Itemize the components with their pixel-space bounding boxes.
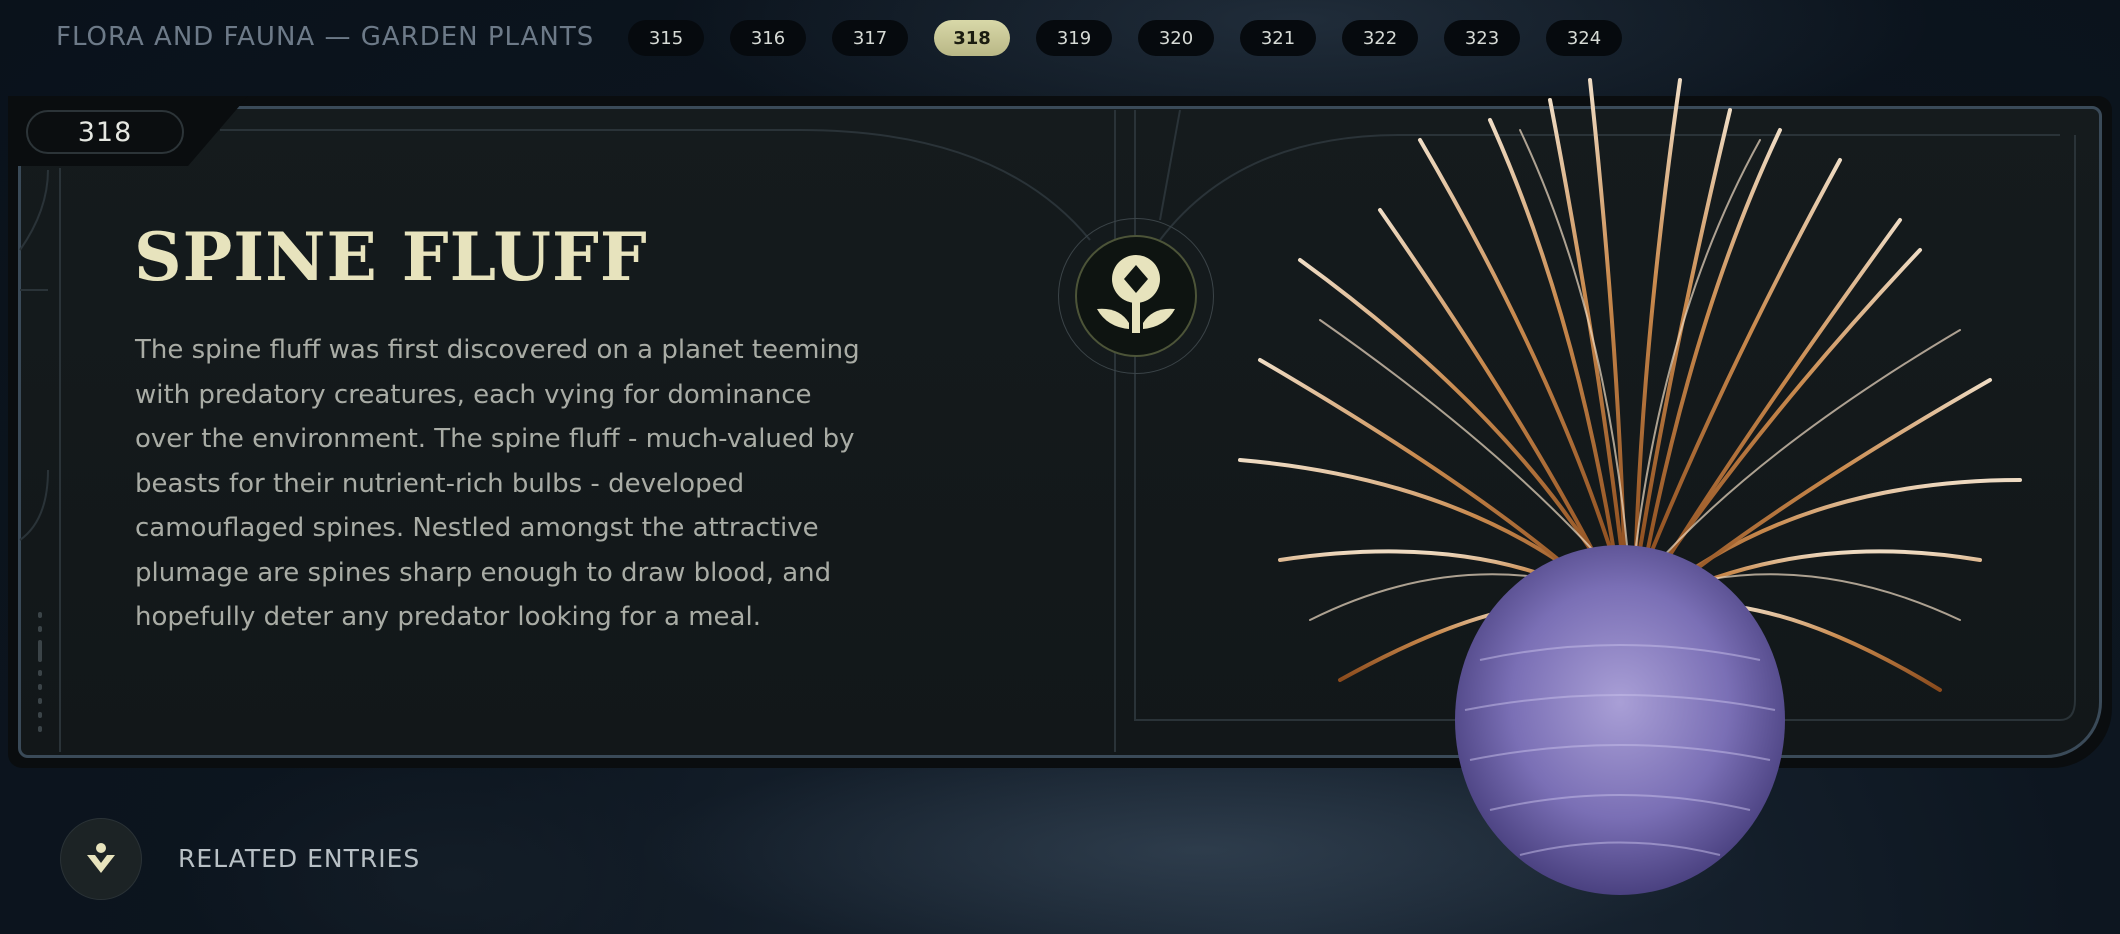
related-entries-button[interactable] — [60, 818, 142, 900]
entry-title: SPINE FLUFF — [134, 218, 648, 296]
entry-description: The spine fluff was first discovered on … — [135, 335, 860, 632]
spine-fluff-image — [1238, 68, 2022, 895]
flower-icon — [1097, 255, 1175, 333]
entry-number-badge: 318 — [26, 110, 184, 154]
person-down-icon — [87, 843, 115, 873]
related-entries-label[interactable]: RELATED ENTRIES — [178, 844, 420, 873]
category-emblem — [1058, 218, 1214, 374]
scroll-indicator[interactable] — [36, 610, 44, 740]
